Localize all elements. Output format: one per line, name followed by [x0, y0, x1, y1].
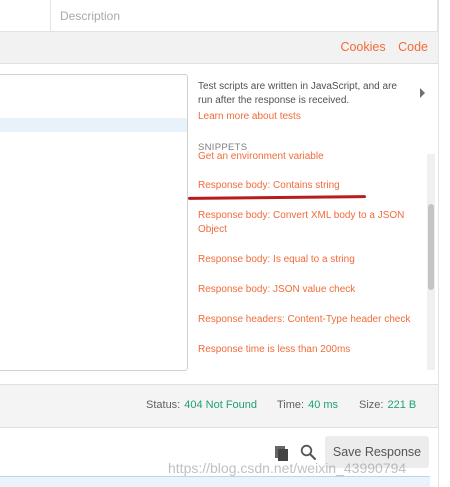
copy-icon[interactable]: [273, 445, 289, 461]
snippet-body-equal-string[interactable]: Response body: Is equal to a string: [198, 253, 423, 267]
bottom-info-strip: [0, 476, 430, 487]
panel-right-edge: [438, 0, 439, 487]
annotation-underline: [187, 195, 367, 200]
collapse-arrow-icon[interactable]: [420, 88, 425, 98]
snippet-body-contains-string[interactable]: Response body: Contains string: [198, 179, 423, 193]
tests-help-text: Test scripts are written in JavaScript, …: [198, 81, 397, 106]
snippet-json-value-check[interactable]: Response body: JSON value check: [198, 283, 423, 297]
status-label: Status:: [146, 399, 181, 411]
test-script-editor[interactable]: [0, 74, 188, 371]
search-icon[interactable]: [300, 444, 316, 460]
cookies-link[interactable]: Cookies: [340, 40, 385, 54]
time-label: Time:: [277, 399, 305, 411]
size-item: Size: 221 B: [359, 399, 416, 411]
description-header: Description: [60, 9, 121, 23]
response-tabs-band: Cookies Code: [0, 32, 438, 64]
size-value: 221 B: [387, 399, 417, 411]
params-key-cell: [0, 0, 51, 31]
status-item: Status: 404 Not Found: [146, 399, 257, 411]
snippet-get-env-variable[interactable]: Get an environment variable: [198, 150, 423, 164]
code-link[interactable]: Code: [398, 40, 428, 54]
status-value: 404 Not Found: [184, 399, 258, 411]
time-item: Time: 40 ms: [277, 399, 338, 411]
response-status-bar: Status: 404 Not Found Time: 40 ms Size: 221…: [0, 384, 438, 428]
time-value: 40 ms: [308, 399, 339, 411]
params-header-row: Description: [0, 0, 438, 32]
watermark: https://blog.csdn.net/weixin_43990794: [168, 460, 407, 476]
size-label: Size:: [359, 399, 384, 411]
response-links: Cookies Code: [331, 40, 428, 54]
snippet-content-type-header[interactable]: Response headers: Content-Type header ch…: [198, 313, 423, 327]
editor-active-line: [0, 118, 187, 132]
learn-more-link[interactable]: Learn more about tests: [198, 111, 301, 122]
snippet-convert-xml-to-json[interactable]: Response body: Convert XML body to a JSO…: [198, 209, 423, 237]
scrollbar-thumb[interactable]: [428, 204, 434, 290]
snippets-scrollbar[interactable]: [427, 154, 435, 370]
snippet-response-time[interactable]: Response time is less than 200ms: [198, 343, 423, 357]
